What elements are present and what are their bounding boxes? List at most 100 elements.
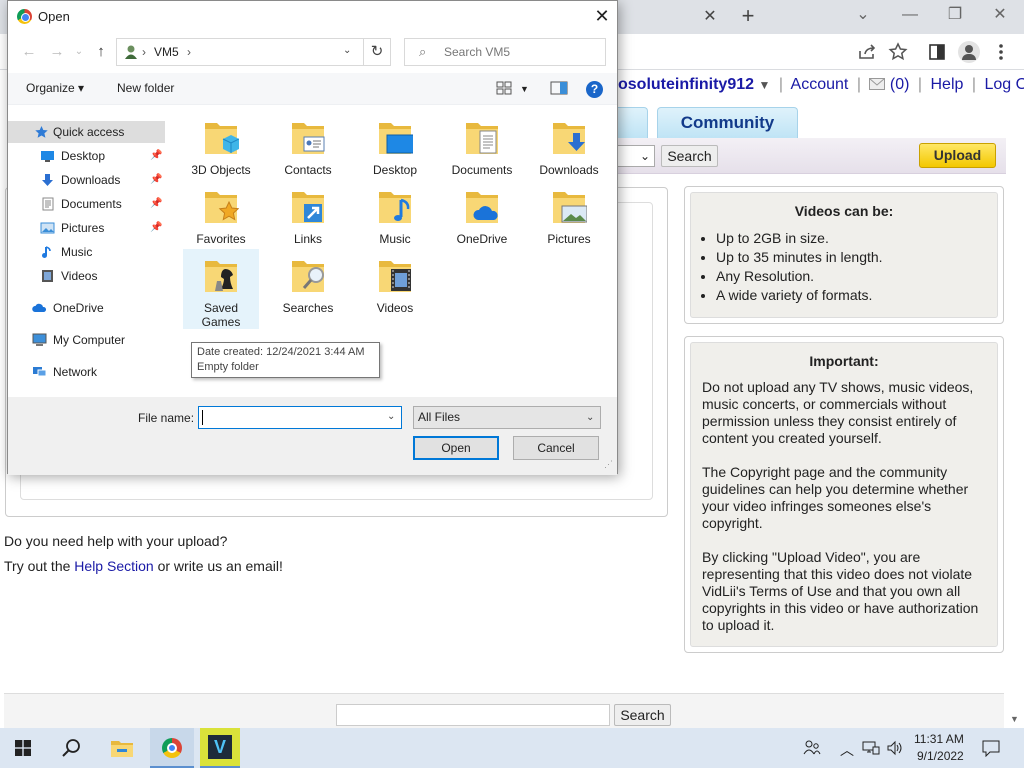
side-panel-icon[interactable] [928, 43, 946, 61]
account-link[interactable]: Account [791, 76, 849, 93]
minimize-button[interactable]: — [895, 6, 925, 26]
file-name-input[interactable]: ⌄ [198, 406, 402, 429]
restore-button[interactable]: ❐ [940, 6, 970, 26]
nav-label: Videos [61, 269, 98, 283]
pin-icon[interactable]: 📌 [150, 217, 162, 239]
star-icon[interactable] [888, 42, 908, 62]
scroll-down-arrow[interactable]: ▼ [1010, 714, 1019, 724]
user-folder-icon [125, 45, 137, 59]
address-dropdown-icon[interactable]: ⌄ [343, 45, 351, 56]
folder-music[interactable]: Music [357, 180, 433, 260]
nav-item-desktop[interactable]: Desktop 📌 [8, 145, 165, 167]
inbox-icon[interactable] [869, 78, 886, 90]
upload-button[interactable]: Upload [919, 143, 996, 168]
footer-search-button[interactable]: Search [614, 704, 671, 726]
file-name-dropdown-icon[interactable]: ⌄ [387, 411, 395, 422]
tab-search-icon[interactable]: ⌄ [848, 6, 878, 26]
preview-pane-icon[interactable] [550, 80, 568, 96]
pin-icon[interactable]: 📌 [150, 169, 162, 191]
username-link[interactable]: osoluteinfinity912 [618, 76, 754, 93]
nav-item-downloads[interactable]: Downloads 📌 [8, 169, 165, 191]
folder-desktop[interactable]: Desktop [357, 111, 433, 191]
nav-tab-partial[interactable] [618, 107, 648, 138]
folder-3d-objects[interactable]: 3D Objects [183, 111, 259, 191]
navigation-pane: Quick access Desktop 📌 Downloads 📌 Docum… [8, 105, 173, 397]
start-icon[interactable] [15, 740, 31, 756]
logout-link[interactable]: Log Out [984, 76, 1024, 93]
file-explorer-icon[interactable] [110, 738, 134, 758]
messages-count-link[interactable]: (0) [890, 76, 910, 93]
pin-icon[interactable]: 📌 [150, 193, 162, 215]
folder-contacts[interactable]: Contacts [270, 111, 346, 191]
text-caret [202, 410, 203, 425]
chrome-icon [17, 9, 32, 24]
pin-icon[interactable]: 📌 [150, 145, 162, 167]
tab-community[interactable]: Community [657, 107, 798, 138]
refresh-icon[interactable]: ↻ [363, 38, 391, 66]
window-close-button[interactable]: ✕ [985, 6, 1015, 26]
folder-documents[interactable]: Documents [444, 111, 520, 191]
new-tab-button[interactable]: + [736, 5, 760, 29]
open-button[interactable]: Open [413, 436, 499, 460]
file-type-select[interactable]: All Files ⌄ [413, 406, 601, 429]
nav-item-onedrive[interactable]: OneDrive [8, 297, 165, 319]
folder-searches-icon [292, 261, 324, 292]
help-section-link[interactable]: Help Section [74, 558, 153, 574]
search-icon[interactable] [62, 738, 82, 758]
breadcrumb-vm5[interactable]: VM5 [154, 45, 179, 59]
tab-close-icon[interactable]: ✕ [700, 7, 720, 27]
volume-icon[interactable] [886, 740, 904, 756]
videos-info-item: Up to 35 minutes in length. [716, 248, 986, 267]
folder-onedrive[interactable]: OneDrive [444, 180, 520, 260]
nav-item-quick-access[interactable]: Quick access [8, 121, 165, 143]
help-icon[interactable]: ? [586, 81, 603, 98]
folder-searches[interactable]: Searches [270, 249, 346, 329]
nav-item-pictures[interactable]: Pictures 📌 [8, 217, 165, 239]
tray-chevron-icon[interactable]: ︿ [840, 740, 854, 760]
recent-locations-icon[interactable]: ⌄ [70, 43, 88, 61]
folder-label: Documents [451, 163, 513, 177]
cancel-button[interactable]: Cancel [513, 436, 599, 460]
folder-links[interactable]: Links [270, 180, 346, 260]
up-arrow-icon[interactable]: ↑ [92, 43, 110, 61]
nav-item-network[interactable]: Network [8, 361, 165, 383]
view-options-dropdown-icon[interactable]: ▼ [520, 84, 529, 94]
folder-pictures[interactable]: Pictures [531, 180, 607, 260]
help-link[interactable]: Help [931, 76, 964, 93]
nav-label: Quick access [53, 125, 125, 139]
nav-item-documents[interactable]: Documents 📌 [8, 193, 165, 215]
menu-icon[interactable] [996, 43, 1006, 61]
dialog-close-button[interactable]: ✕ [590, 5, 614, 27]
forward-arrow-icon[interactable]: → [48, 43, 66, 61]
people-icon[interactable] [803, 739, 821, 757]
nav-item-music[interactable]: Music [8, 241, 165, 263]
folder-favorites[interactable]: Favorites [183, 180, 259, 260]
folder-saved-games[interactable]: Saved Games [183, 249, 259, 329]
footer-search-input[interactable] [336, 704, 610, 726]
user-menu-caret[interactable]: ▼ [758, 78, 770, 92]
folder-videos[interactable]: Videos [357, 249, 433, 329]
search-button[interactable]: Search [661, 145, 718, 167]
folder-downloads[interactable]: Downloads [531, 111, 607, 191]
profile-icon[interactable] [958, 41, 980, 63]
folder-search-input[interactable]: ⌕ Search VM5 [404, 38, 606, 66]
breadcrumb-separator[interactable]: › [187, 45, 191, 59]
file-name-label: File name: [138, 411, 195, 425]
category-select[interactable]: ⌄ [618, 145, 655, 167]
clock-time[interactable]: 11:31 AM [914, 732, 964, 746]
share-icon[interactable] [856, 42, 878, 62]
new-folder-button[interactable]: New folder [117, 81, 174, 95]
nav-item-my-computer[interactable]: My Computer [8, 329, 165, 351]
nav-item-videos[interactable]: Videos [8, 265, 165, 287]
back-arrow-icon[interactable]: ← [20, 43, 38, 61]
network-tray-icon[interactable] [862, 740, 880, 756]
resize-grip-icon[interactable]: ⋰ [604, 459, 613, 470]
notifications-icon[interactable] [982, 739, 1000, 757]
vidlii-taskbar-button[interactable]: V [200, 728, 240, 768]
clock-date[interactable]: 9/1/2022 [917, 749, 964, 763]
organize-menu[interactable]: Organize ▾ [26, 81, 84, 95]
chrome-taskbar-button[interactable] [150, 728, 194, 768]
address-bar[interactable]: › VM5 › ⌄ [116, 38, 364, 66]
change-view-icon[interactable] [496, 80, 514, 96]
folder-links-icon [292, 192, 324, 223]
